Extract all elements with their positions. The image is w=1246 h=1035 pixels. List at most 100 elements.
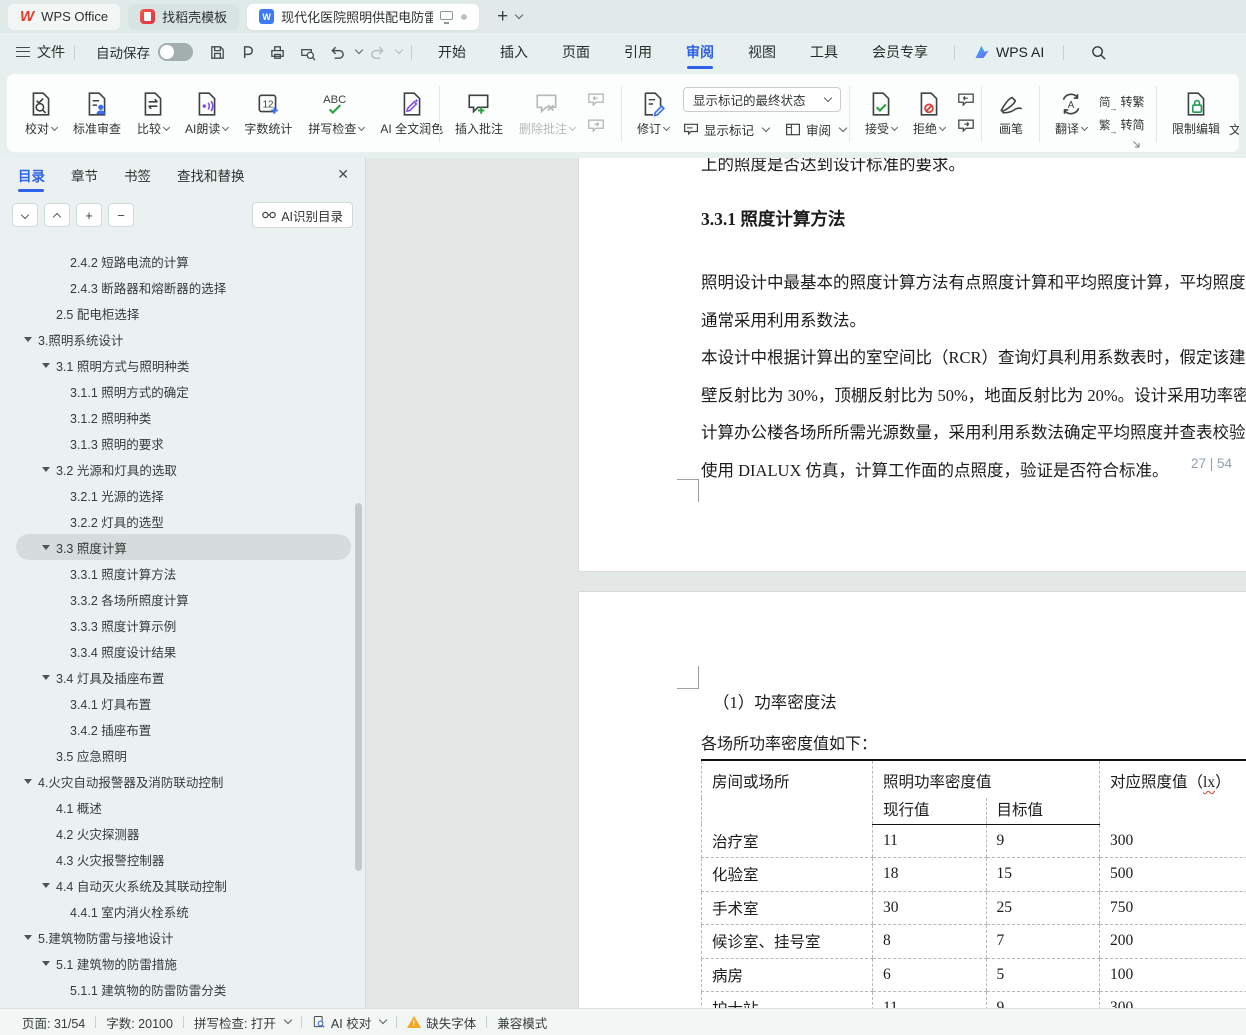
toc-item[interactable]: 5.1.1 建筑物的防雷防雷分类 xyxy=(16,976,351,1002)
toc-item[interactable]: 3.2 光源和灯具的选取 xyxy=(16,456,351,482)
tab-active-document[interactable]: W 现代化医院照明供配电防雷及 xyxy=(247,4,479,30)
toc-item[interactable]: 3.2.1 光源的选择 xyxy=(16,482,351,508)
expand-arrow-icon[interactable] xyxy=(24,779,38,784)
toc-expand-all-button[interactable]: + xyxy=(76,203,102,227)
screen-share-icon[interactable] xyxy=(440,11,454,23)
menu-tab[interactable]: 审阅 xyxy=(669,33,731,71)
to-traditional-button[interactable]: 简 转繁 xyxy=(1099,93,1145,110)
tab-docer-templates[interactable]: 找稻壳模板 xyxy=(128,4,239,30)
toc-collapse-up-button[interactable] xyxy=(44,203,70,227)
redo-chevron-icon[interactable] xyxy=(395,46,403,54)
toc-item[interactable]: 3.3 照度计算 xyxy=(16,534,351,560)
ai-read-aloud-button[interactable]: AI朗读 xyxy=(177,75,236,151)
word-count-button[interactable]: 12 字数统计 xyxy=(236,75,300,151)
expand-arrow-icon[interactable] xyxy=(42,883,56,888)
expand-arrow-icon[interactable] xyxy=(42,961,56,966)
new-tab-button[interactable]: + xyxy=(497,7,508,26)
sidebar-tab[interactable]: 目录 xyxy=(18,165,45,185)
toc-expand-down-button[interactable] xyxy=(12,203,38,227)
compare-button[interactable]: 比较 xyxy=(129,75,177,151)
expand-arrow-icon[interactable] xyxy=(42,467,56,472)
toc-item[interactable]: 3.3.4 照度设计结果 xyxy=(16,638,351,664)
sidebar-tab[interactable]: 章节 xyxy=(71,165,98,185)
toc-item[interactable]: 2.4.3 断路器和熔断器的选择 xyxy=(16,274,351,300)
redo-button[interactable] xyxy=(363,39,391,65)
group-expand-icon[interactable] xyxy=(1132,140,1141,149)
close-sidebar-button[interactable]: ✕ xyxy=(337,166,349,183)
expand-arrow-icon[interactable] xyxy=(42,363,56,368)
sidebar-scrollbar-thumb[interactable] xyxy=(355,503,362,871)
toc-item[interactable]: 3.3.2 各场所照度计算 xyxy=(16,586,351,612)
save-button[interactable] xyxy=(203,39,231,65)
toc-item[interactable]: 4.4.1 室内消火栓系统 xyxy=(16,898,351,924)
export-pdf-button[interactable] xyxy=(233,39,261,65)
menu-tab[interactable]: 视图 xyxy=(731,33,793,71)
missing-font-warning[interactable]: 缺失字体 xyxy=(397,1013,486,1032)
toc-item[interactable]: 3.2.2 灯具的选型 xyxy=(16,508,351,534)
autosave-toggle[interactable] xyxy=(158,43,193,61)
expand-arrow-icon[interactable] xyxy=(24,337,38,342)
tab-wps-home[interactable]: W WPS Office xyxy=(8,4,120,30)
undo-button[interactable] xyxy=(323,39,351,65)
track-changes-button[interactable]: 修订 xyxy=(629,75,677,151)
restrict-editing-button[interactable]: 限制编辑 xyxy=(1164,75,1228,151)
next-comment-icon[interactable] xyxy=(587,118,605,134)
toc-item[interactable]: 3.1.1 照明方式的确定 xyxy=(16,378,351,404)
next-change-icon[interactable] xyxy=(957,118,975,134)
insert-comment-button[interactable]: 插入批注 xyxy=(447,75,511,151)
tab-list-chevron-icon[interactable] xyxy=(515,10,523,18)
compatibility-mode-status[interactable]: 兼容模式 xyxy=(487,1013,557,1032)
toc-item[interactable]: 3.1.3 照明的要求 xyxy=(16,430,351,456)
sidebar-tab[interactable]: 查找和替换 xyxy=(177,165,245,185)
undo-chevron-icon[interactable] xyxy=(355,46,363,54)
toc-item[interactable]: 4.4 自动灭火系统及其联动控制 xyxy=(16,872,351,898)
translate-button[interactable]: A 翻译 xyxy=(1047,75,1095,151)
toc-item[interactable]: 4.1 概述 xyxy=(16,794,351,820)
standard-review-button[interactable]: 标准审查 xyxy=(65,75,129,151)
accept-button[interactable]: 接受 xyxy=(857,75,905,151)
previous-comment-icon[interactable] xyxy=(587,92,605,108)
spell-check-button[interactable]: ABC 拼写检查 xyxy=(300,75,372,151)
toc-item[interactable]: 4.3 火灾报警控制器 xyxy=(16,846,351,872)
menu-tab[interactable]: 工具 xyxy=(793,33,855,71)
toc-item[interactable]: 4.火灾自动报警器及消防联动控制 xyxy=(16,768,351,794)
document-page-28[interactable]: （1）功率密度法 各场所功率密度值如下： 房间或场所 照明功率密度值 对应照度值… xyxy=(578,591,1246,1008)
toc-item[interactable]: 3.3.3 照度计算示例 xyxy=(16,612,351,638)
wps-ai-button[interactable]: WPS AI xyxy=(964,44,1054,60)
toc-item[interactable]: 3.照明系统设计 xyxy=(16,326,351,352)
toc-item[interactable]: 3.3.1 照度计算方法 xyxy=(16,560,351,586)
sidebar-tab[interactable]: 书签 xyxy=(124,165,151,185)
toc-collapse-all-button[interactable]: − xyxy=(108,203,134,227)
toc-item[interactable]: 3.4.1 灯具布置 xyxy=(16,690,351,716)
previous-change-icon[interactable] xyxy=(957,92,975,108)
ink-brush-button[interactable]: 画笔 xyxy=(989,75,1033,151)
toc-item[interactable]: 3.1.2 照明种类 xyxy=(16,404,351,430)
toc-item[interactable]: 2.4.2 短路电流的计算 xyxy=(16,248,351,274)
toc-item[interactable]: 3.1 照明方式与照明种类 xyxy=(16,352,351,378)
markup-state-dropdown[interactable]: 显示标记的最终状态 xyxy=(683,87,841,112)
file-menu-button[interactable]: 文件 xyxy=(16,42,65,62)
toc-item[interactable]: 4.2 火灾探测器 xyxy=(16,820,351,846)
search-button[interactable] xyxy=(1083,39,1113,65)
delete-comment-button[interactable]: 删除批注 xyxy=(511,75,583,151)
to-simplified-button[interactable]: 繁 转简 xyxy=(1099,116,1145,133)
ai-proofread-status[interactable]: AI 校对 xyxy=(302,1013,396,1032)
menu-tab[interactable]: 插入 xyxy=(483,33,545,71)
word-count-status[interactable]: 字数: 20100 xyxy=(96,1013,183,1032)
toc-item[interactable]: 3.4.2 插座布置 xyxy=(16,716,351,742)
expand-arrow-icon[interactable] xyxy=(42,675,56,680)
toc-item[interactable]: 5.1 建筑物的防雷措施 xyxy=(16,950,351,976)
menu-tab[interactable]: 页面 xyxy=(545,33,607,71)
expand-arrow-icon[interactable] xyxy=(24,935,38,940)
ai-recognize-toc-button[interactable]: AI识别目录 xyxy=(252,202,353,228)
proofread-button[interactable]: 校对 xyxy=(17,75,65,151)
menu-tab[interactable]: 会员专享 xyxy=(855,33,945,71)
page-status[interactable]: 页面: 31/54 xyxy=(12,1013,95,1032)
clipped-ribbon-button[interactable]: 文 xyxy=(1229,121,1240,138)
toc-item[interactable]: 3.5 应急照明 xyxy=(16,742,351,768)
toc-item[interactable]: 2.5 配电柜选择 xyxy=(16,300,351,326)
toc-item[interactable]: 5.建筑物防雷与接地设计 xyxy=(16,924,351,950)
print-preview-button[interactable] xyxy=(293,39,321,65)
toc-item[interactable]: 3.4 灯具及插座布置 xyxy=(16,664,351,690)
show-markup-button[interactable]: 显示标记 xyxy=(683,120,769,139)
